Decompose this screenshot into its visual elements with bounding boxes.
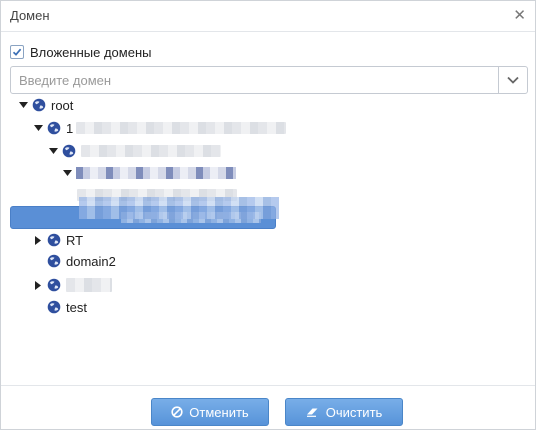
domain-tree: root 1 RT domain2 test	[1, 1, 535, 361]
obscured-area	[79, 197, 279, 219]
obscured-text	[76, 167, 236, 179]
cancel-label: Отменить	[189, 404, 249, 420]
tree-node-label: test	[66, 299, 87, 315]
obscured-text	[76, 122, 287, 134]
globe-icon	[47, 300, 61, 314]
expanded-arrow-icon[interactable]	[18, 100, 28, 110]
collapsed-arrow-icon[interactable]	[33, 280, 43, 290]
expanded-arrow-icon[interactable]	[33, 123, 43, 133]
tree-node-obscured[interactable]: 1	[33, 118, 287, 138]
cancel-button[interactable]: Отменить	[151, 398, 269, 426]
globe-icon	[32, 98, 46, 112]
tree-node-obscured[interactable]	[62, 163, 236, 183]
tree-node-label: RT	[66, 232, 84, 248]
dialog-footer: Отменить Очистить	[1, 385, 535, 430]
obscured-text	[66, 278, 112, 292]
tree-node-obscured[interactable]	[48, 141, 221, 161]
globe-icon	[47, 121, 61, 135]
globe-icon	[47, 233, 61, 247]
globe-icon	[47, 254, 61, 268]
eraser-icon	[306, 408, 318, 417]
tree-node-test[interactable]: test	[33, 297, 87, 317]
clear-button[interactable]: Очистить	[285, 398, 403, 426]
tree-node-root[interactable]: root	[18, 95, 73, 115]
collapsed-arrow-icon[interactable]	[33, 235, 43, 245]
expanded-arrow-icon[interactable]	[62, 168, 72, 178]
expanded-arrow-icon[interactable]	[48, 146, 58, 156]
obscured-text	[81, 145, 221, 157]
tree-node-domain2[interactable]: domain2	[33, 251, 116, 271]
tree-node-label: root	[51, 97, 74, 113]
globe-icon	[47, 278, 61, 292]
tree-node-rt[interactable]: RT	[33, 230, 83, 250]
tree-node-label: 1	[66, 120, 74, 136]
cancel-icon	[171, 406, 183, 418]
clear-label: Очистить	[325, 404, 383, 420]
domain-dialog: Домен ✕ Вложенные домены root 1	[0, 0, 536, 430]
tree-node-obscured[interactable]	[33, 275, 112, 295]
tree-node-label: domain2	[66, 253, 116, 269]
globe-icon	[62, 144, 76, 158]
